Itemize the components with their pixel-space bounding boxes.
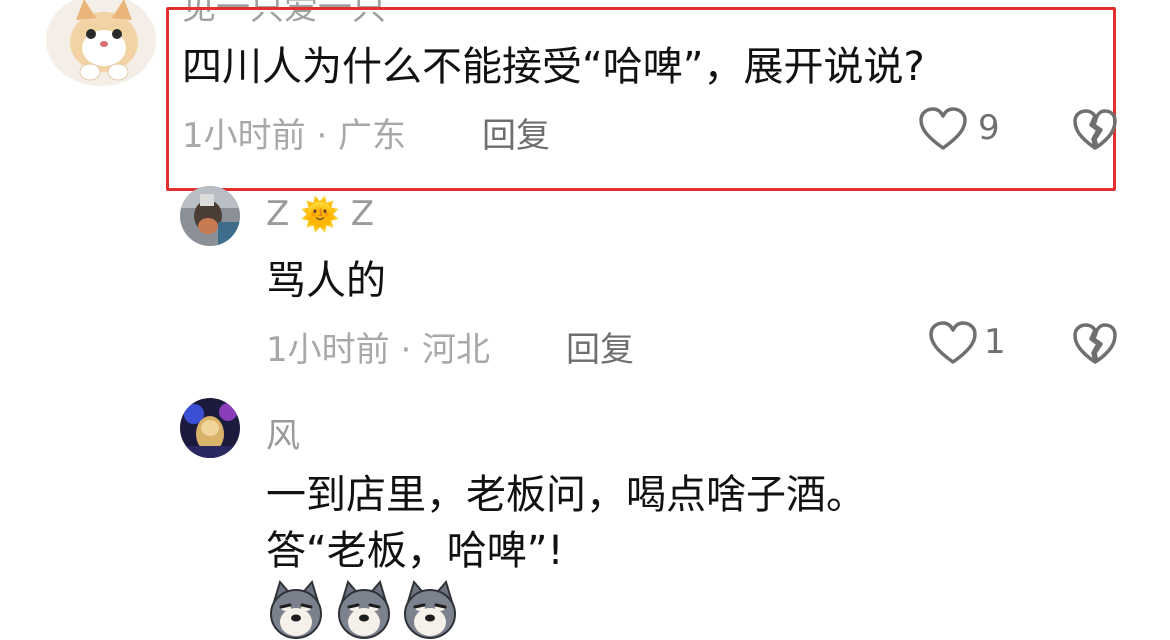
- like-count: 9: [978, 108, 1000, 148]
- photo-avatar-icon: [180, 186, 240, 246]
- reply-button[interactable]: 回复: [482, 108, 550, 157]
- character-avatar-icon: [180, 398, 240, 458]
- comment-meta: 1小时前 · 河北: [266, 330, 491, 370]
- username-text: Z: [350, 194, 375, 234]
- comment-text: 骂人的: [266, 258, 386, 304]
- sun-emoji-icon: 🌞: [300, 195, 340, 233]
- comment-meta: 1小时前 · 广东: [182, 116, 407, 156]
- highlight-box: [166, 7, 1116, 191]
- like-button[interactable]: 9: [918, 106, 1008, 154]
- comment-text: 一到店里，老板问，喝点啥子酒。: [266, 472, 866, 518]
- heart-icon: [919, 107, 967, 150]
- comment-text: 四川人为什么不能接受“哈啤”，展开说说?: [182, 44, 925, 90]
- username[interactable]: 风: [266, 408, 300, 457]
- sticker-row: [266, 580, 466, 639]
- like-count: 1: [984, 322, 1006, 362]
- comment-text: 答“老板，哈啤”!: [266, 528, 564, 574]
- dislike-button[interactable]: [1072, 108, 1118, 152]
- broken-heart-icon: [1073, 323, 1117, 364]
- reply-button[interactable]: 回复: [566, 322, 634, 371]
- avatar[interactable]: [180, 398, 240, 458]
- dog-emoji-icon: [270, 580, 322, 639]
- dog-emoji-icon: [404, 580, 456, 639]
- broken-heart-icon: [1073, 109, 1117, 150]
- cat-avatar-icon: [46, 0, 156, 86]
- dislike-button[interactable]: [1072, 322, 1118, 366]
- avatar[interactable]: [46, 0, 156, 86]
- heart-icon: [929, 321, 977, 364]
- dog-emoji-icon: [338, 580, 390, 639]
- username-text: Z: [266, 194, 290, 234]
- avatar[interactable]: [180, 186, 240, 246]
- username[interactable]: Z 🌞 Z: [266, 194, 374, 238]
- like-button[interactable]: 1: [928, 320, 1008, 368]
